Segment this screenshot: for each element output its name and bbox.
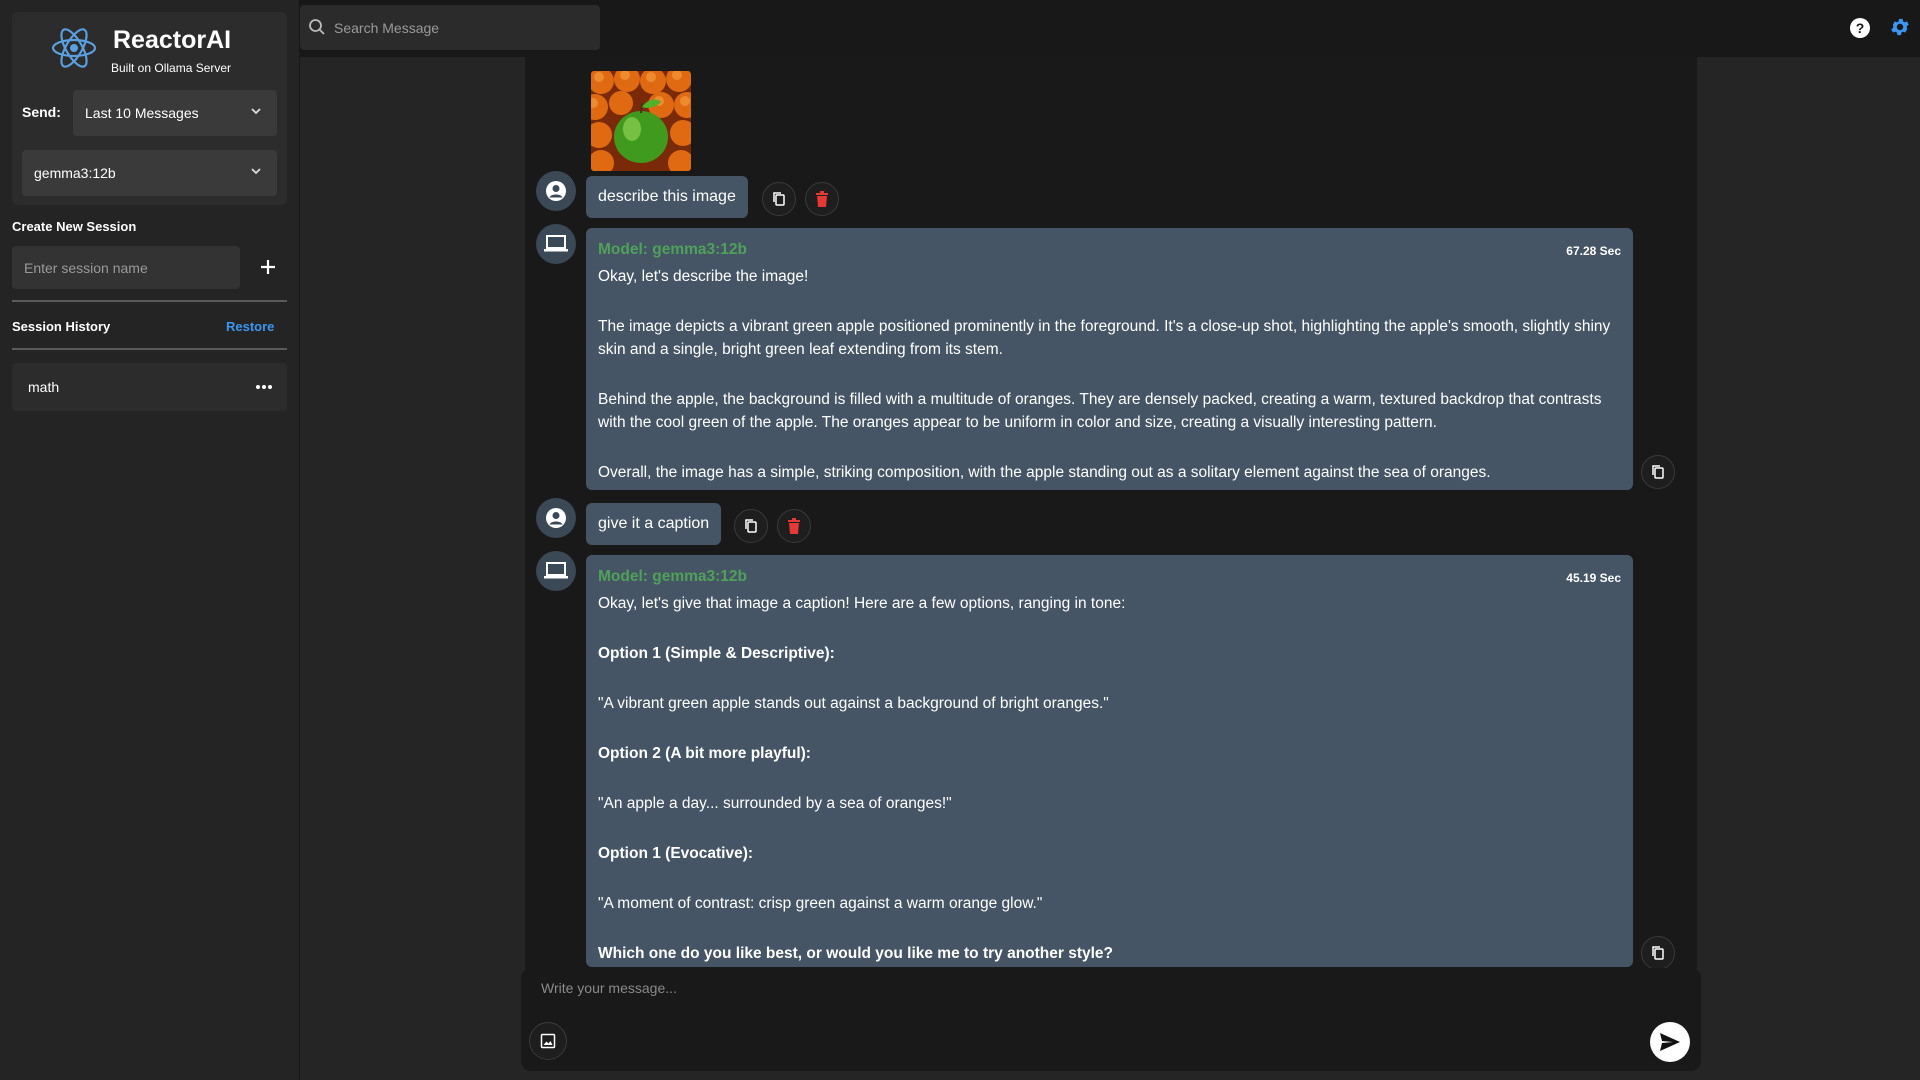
message-composer (521, 968, 1701, 1071)
svg-text:?: ? (1856, 20, 1865, 36)
model-avatar (536, 224, 576, 264)
copy-response-button[interactable] (1641, 455, 1675, 489)
user-message-bubble: describe this image (586, 176, 748, 218)
session-name-input[interactable] (12, 246, 240, 289)
message-paragraph: Which one do you like best, or would you… (598, 942, 1621, 965)
create-session-title: Create New Session (12, 219, 137, 234)
trash-icon (788, 518, 800, 534)
send-button[interactable] (1650, 1022, 1690, 1062)
copy-response-button[interactable] (1641, 936, 1675, 970)
model-name: Model: gemma3:12b (598, 568, 748, 585)
message-paragraph: Overall, the image has a simple, strikin… (598, 464, 1491, 481)
option-heading: Option 1 (Simple & Descriptive): (598, 645, 835, 662)
copy-icon (1652, 946, 1664, 960)
message-paragraph: "An apple a day... surrounded by a sea o… (598, 795, 952, 812)
model-message-bubble: Model: gemma3:12b 45.19 Sec Okay, let's … (586, 555, 1633, 967)
app-subtitle: Built on Ollama Server (111, 61, 232, 75)
copy-message-button[interactable] (734, 509, 768, 543)
copy-icon (745, 519, 757, 533)
send-context-value: Last 10 Messages (85, 105, 199, 121)
model-avatar (536, 551, 576, 591)
add-session-button[interactable] (258, 257, 278, 277)
user-avatar-icon (546, 508, 566, 528)
search-icon (309, 19, 325, 35)
chevron-down-icon (251, 168, 261, 175)
delete-message-button[interactable] (805, 182, 839, 216)
send-context-select[interactable]: Last 10 Messages (73, 90, 277, 136)
image-attach-icon (540, 1033, 556, 1049)
user-avatar (536, 171, 576, 211)
send-label: Send: (22, 104, 61, 120)
chevron-down-icon (251, 108, 261, 115)
help-icon[interactable]: ? (1849, 17, 1871, 39)
more-options-icon[interactable] (255, 379, 273, 395)
message-paragraph: Okay, let's describe the image! (598, 268, 809, 285)
sidebar-header-card: ReactorAI Built on Ollama Server Send: L… (12, 12, 287, 205)
atom-icon (51, 28, 97, 68)
user-avatar (536, 498, 576, 538)
restore-link[interactable]: Restore (226, 319, 274, 334)
copy-message-button[interactable] (762, 182, 796, 216)
session-history-title: Session History (12, 319, 111, 334)
search-box[interactable] (300, 5, 600, 50)
divider (12, 300, 287, 302)
send-icon (1660, 1033, 1680, 1051)
divider (12, 348, 287, 350)
model-name: Model: gemma3:12b (598, 241, 748, 258)
search-input[interactable] (334, 5, 594, 50)
message-paragraph: Option 1 (Evocative): (598, 842, 1621, 865)
user-message-text: give it a caption (598, 515, 710, 532)
response-time: 67.28 Sec (1566, 244, 1621, 258)
attached-image[interactable] (591, 71, 691, 171)
delete-message-button[interactable] (777, 509, 811, 543)
option-heading: Option 1 (Evocative): (598, 845, 754, 862)
attach-image-button[interactable] (529, 1022, 567, 1060)
session-item[interactable]: math (12, 363, 287, 411)
model-message-bubble: Model: gemma3:12b 67.28 Sec Okay, let's … (586, 228, 1633, 490)
trash-icon (816, 191, 828, 207)
message-paragraph: Behind the apple, the background is fill… (598, 391, 1602, 431)
copy-icon (1652, 465, 1664, 479)
model-select-value: gemma3:12b (34, 165, 116, 181)
message-paragraph: "A vibrant green apple stands out agains… (598, 695, 1109, 712)
response-time: 45.19 Sec (1566, 571, 1621, 585)
message-paragraph: The image depicts a vibrant green apple … (598, 318, 1611, 358)
app-name: ReactorAI (113, 26, 232, 54)
message-paragraph: "A moment of contrast: crisp green again… (598, 895, 1043, 912)
message-paragraph: Option 1 (Simple & Descriptive): (598, 642, 1621, 665)
laptop-icon (544, 562, 568, 579)
user-message-text: describe this image (598, 188, 736, 205)
gear-icon[interactable] (1889, 16, 1911, 38)
message-input[interactable] (541, 980, 1541, 1010)
sidebar: ReactorAI Built on Ollama Server Send: L… (0, 0, 299, 1080)
message-paragraph: Okay, let's give that image a caption! H… (598, 595, 1126, 612)
option-heading: Option 2 (A bit more playful): (598, 745, 811, 762)
user-message-bubble: give it a caption (586, 503, 722, 545)
model-select[interactable]: gemma3:12b (22, 150, 277, 196)
closing-question: Which one do you like best, or would you… (598, 945, 1114, 962)
apple-oranges-image (591, 71, 691, 171)
copy-icon (773, 192, 785, 206)
user-avatar-icon (546, 181, 566, 201)
message-paragraph: Option 2 (A bit more playful): (598, 742, 1621, 765)
laptop-icon (544, 235, 568, 252)
session-item-label: math (28, 379, 60, 395)
